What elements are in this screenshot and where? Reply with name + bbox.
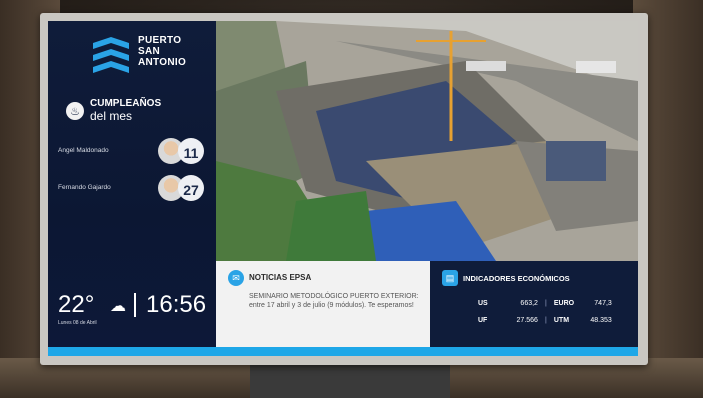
signage-screen: PUERTO SAN ANTONIO ♨ CUMPLEAÑOS del mes … <box>48 21 638 356</box>
date-label: Lunes 08 de Abril <box>58 320 97 326</box>
indicator-label: EURO <box>553 300 575 307</box>
news-text: SEMINARIO METODOLÓGICO PUERTO EXTERIOR: … <box>249 293 419 309</box>
chart-icon: ▤ <box>442 270 458 286</box>
cake-icon: ♨ <box>66 102 84 120</box>
indicator-value: 663,2 <box>520 300 538 307</box>
indicator-label: US <box>478 300 488 307</box>
indicators-title: INDICADORES ECONÓMICOS <box>463 274 570 283</box>
waves-logo-icon <box>93 37 129 73</box>
tv-bezel: PUERTO SAN ANTONIO ♨ CUMPLEAÑOS del mes … <box>40 13 648 365</box>
bottom-accent-bar <box>48 347 638 356</box>
news-icon: ✉ <box>228 270 244 286</box>
indicators-panel: ▤ INDICADORES ECONÓMICOS US 663,2 | EURO… <box>430 261 638 347</box>
indicator-row: UF 27.566 | UTM 48.353 <box>478 317 612 324</box>
birthday-item: Fernando Gajardo 27 <box>48 173 216 205</box>
clock-time: 16:56 <box>146 291 207 318</box>
brand-line-1: PUERTO <box>138 35 182 46</box>
news-title-suffix: EPSA <box>289 273 312 282</box>
birthdays-title: CUMPLEAÑOS <box>90 98 162 109</box>
brand-name: PUERTO SAN ANTONIO <box>138 35 186 68</box>
birthdays-subtitle: del mes <box>90 109 133 123</box>
birthday-item: Angel Maldonado 11 <box>48 136 216 168</box>
construction-site-photo <box>216 21 638 261</box>
brand-line-3: ANTONIO <box>138 57 187 68</box>
birthday-name: Angel Maldonado <box>58 147 109 154</box>
separator: | <box>544 317 547 324</box>
indicator-value: 27.566 <box>516 317 538 324</box>
brand-line-2: SAN <box>138 46 161 57</box>
sidebar: PUERTO SAN ANTONIO ♨ CUMPLEAÑOS del mes … <box>48 21 216 347</box>
indicator-value: 747,3 <box>594 300 612 307</box>
indicator-label: UTM <box>553 317 570 324</box>
news-panel: ✉ NOTICIAS EPSA SEMINARIO METODOLÓGICO P… <box>216 261 430 347</box>
divider <box>134 293 136 317</box>
news-title: NOTICIAS EPSA <box>249 273 311 282</box>
temperature: 22° <box>58 291 95 318</box>
indicator-row: US 663,2 | EURO 747,3 <box>478 300 612 307</box>
birthday-name: Fernando Gajardo <box>58 184 111 191</box>
indicator-value: 48.353 <box>590 317 612 324</box>
tv-stand <box>250 362 450 398</box>
birthday-day: 27 <box>183 182 199 198</box>
separator: | <box>544 300 547 307</box>
news-title-prefix: NOTICIAS <box>249 273 288 282</box>
birthday-day: 11 <box>183 145 199 161</box>
indicator-label: UF <box>478 317 488 324</box>
construction-photo-illustration <box>216 21 638 261</box>
partly-cloudy-icon: ☁ <box>110 298 126 315</box>
